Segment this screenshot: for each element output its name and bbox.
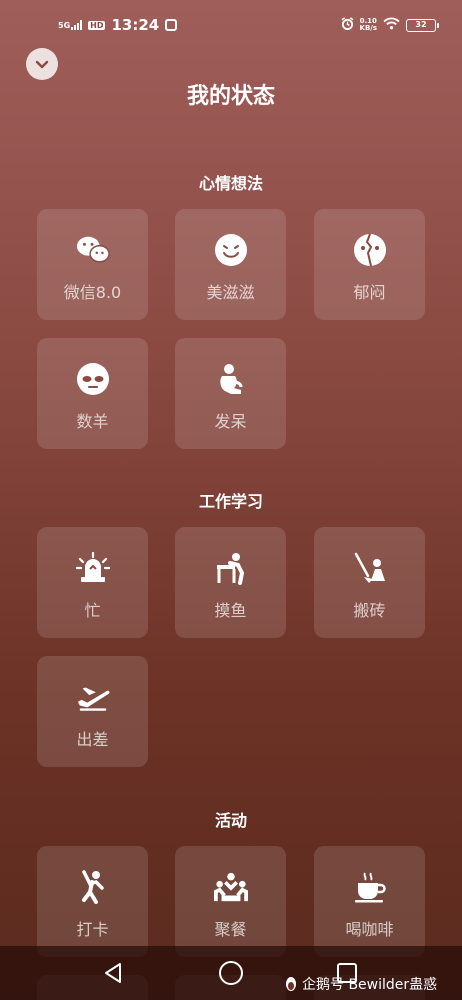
- watermark-text: 企鹅号 Bewilder蛊惑: [302, 977, 438, 993]
- section-title-activity: 活动: [214, 811, 247, 830]
- clock: 13:24: [111, 16, 160, 34]
- slacking-icon: [214, 551, 248, 585]
- daze-icon: [214, 362, 248, 396]
- network-type-label: 5G: [58, 21, 71, 30]
- status-tile-dinner[interactable]: 聚餐: [175, 846, 286, 957]
- status-tile-happy[interactable]: 美滋滋: [175, 209, 286, 320]
- tile-label: 微信8.0: [63, 283, 122, 302]
- nav-back-button[interactable]: [103, 962, 123, 988]
- hd-badge: HD: [88, 20, 106, 30]
- signal-bars-icon: [71, 20, 83, 30]
- tile-label: 打卡: [76, 920, 109, 939]
- status-tile-counting-sheep[interactable]: 数羊: [37, 338, 148, 449]
- tile-label: 摸鱼: [214, 601, 247, 620]
- status-tile-business-trip[interactable]: 出差: [37, 656, 148, 767]
- status-tile-daze[interactable]: 发呆: [175, 338, 286, 449]
- tile-label: 聚餐: [214, 920, 247, 939]
- checkin-icon: [76, 870, 110, 904]
- network-speed: 0.10 KB/s: [360, 18, 377, 32]
- sheep-icon: [76, 362, 110, 396]
- battery-indicator: 32: [406, 18, 439, 32]
- tile-label: 出差: [76, 730, 109, 749]
- nav-home-button[interactable]: [219, 961, 243, 985]
- status-tile-busy[interactable]: 忙: [37, 527, 148, 638]
- page-title: 我的状态: [186, 84, 275, 109]
- status-tile-wechat[interactable]: 微信8.0: [37, 209, 148, 320]
- watermark: 企鹅号 Bewilder蛊惑: [284, 974, 437, 994]
- status-tile-gloomy[interactable]: 郁闷: [314, 209, 425, 320]
- airplane-icon: [76, 680, 110, 714]
- status-tile-slacking[interactable]: 摸鱼: [175, 527, 286, 638]
- wifi-icon: [383, 17, 400, 33]
- status-bar: 5G HD 13:24 0.10 KB/s 32: [0, 0, 462, 50]
- dinner-icon: [213, 870, 248, 904]
- status-tile-coffee[interactable]: 喝咖啡: [314, 846, 425, 957]
- wechat-icon: [76, 233, 110, 267]
- section-title-work: 工作学习: [198, 492, 263, 511]
- tile-label: 郁闷: [353, 283, 386, 302]
- siren-icon: [75, 551, 110, 585]
- signal-indicator: 5G: [58, 20, 83, 30]
- shovel-icon: [353, 551, 387, 585]
- chevron-down-icon: [35, 60, 49, 69]
- collapse-button[interactable]: [26, 48, 58, 80]
- smile-icon: [214, 233, 248, 267]
- notification-icon: [165, 19, 178, 31]
- tile-label: 数羊: [76, 412, 109, 431]
- tile-label: 搬砖: [353, 601, 386, 620]
- coffee-icon: [353, 870, 387, 904]
- triangle-back-icon: [105, 963, 121, 983]
- tile-label: 喝咖啡: [345, 920, 394, 939]
- status-tile-checkin[interactable]: 打卡: [37, 846, 148, 957]
- alarm-icon: [341, 17, 354, 33]
- network-speed-unit: KB/s: [359, 24, 377, 32]
- broken-face-icon: [353, 233, 387, 267]
- section-title-mood: 心情想法: [198, 174, 263, 193]
- tile-label: 美滋滋: [206, 283, 255, 302]
- tile-label: 忙: [84, 601, 101, 620]
- penguin-icon: [286, 977, 296, 991]
- tile-label: 发呆: [214, 412, 247, 431]
- status-tile-grinding[interactable]: 搬砖: [314, 527, 425, 638]
